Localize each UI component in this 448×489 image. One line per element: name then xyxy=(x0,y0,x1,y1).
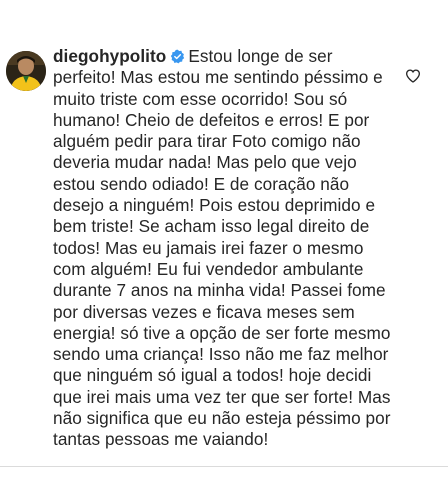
avatar-image xyxy=(6,51,46,91)
divider xyxy=(0,466,448,467)
comment-text: Estou longe de ser perfeito! Mas estou m… xyxy=(53,46,396,450)
heart-outline-icon[interactable] xyxy=(405,68,421,84)
username-link[interactable]: diegohypolito xyxy=(53,46,166,66)
verified-badge-icon xyxy=(170,49,185,64)
comment: diegohypolito Estou longe de ser perfeito… xyxy=(0,0,448,466)
avatar[interactable] xyxy=(6,51,46,91)
comment-body: diegohypolito Estou longe de ser perfeito… xyxy=(53,46,398,451)
